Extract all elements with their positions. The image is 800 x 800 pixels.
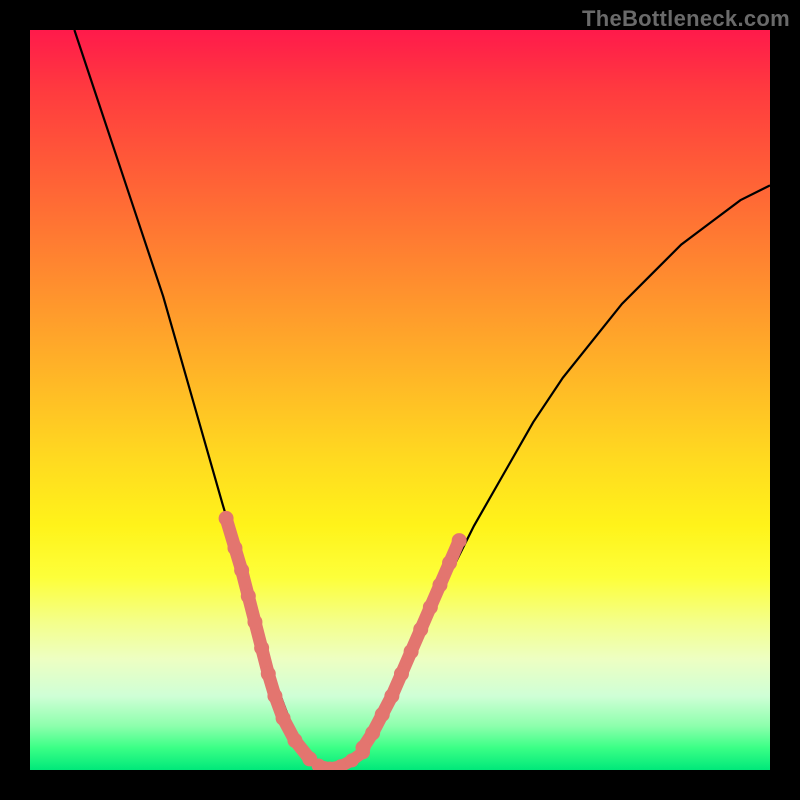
marker-dot [254, 640, 269, 655]
marker-dot [287, 733, 302, 748]
marker-dot [261, 666, 276, 681]
marker-dot [404, 644, 419, 659]
marker-dot [219, 511, 234, 526]
marker-dot [234, 563, 249, 578]
marker-dot [423, 600, 438, 615]
marker-dot [356, 740, 371, 755]
marker-dot [442, 555, 457, 570]
watermark-text: TheBottleneck.com [582, 6, 790, 32]
marker-dot [452, 533, 467, 548]
marker-dot [432, 578, 447, 593]
marker-dot [365, 726, 380, 741]
chart-overlay [30, 30, 770, 770]
bottleneck-curve [74, 30, 770, 770]
marker-dot [413, 622, 428, 637]
marker-dot [227, 541, 242, 556]
marker-dot [394, 666, 409, 681]
marker-dot [384, 689, 399, 704]
marker-dot [276, 711, 291, 726]
chart-frame: TheBottleneck.com [0, 0, 800, 800]
marker-dot [241, 589, 256, 604]
marker-dot [267, 689, 282, 704]
marker-dot [375, 707, 390, 722]
plot-area [30, 30, 770, 770]
marker-dot [247, 615, 262, 630]
